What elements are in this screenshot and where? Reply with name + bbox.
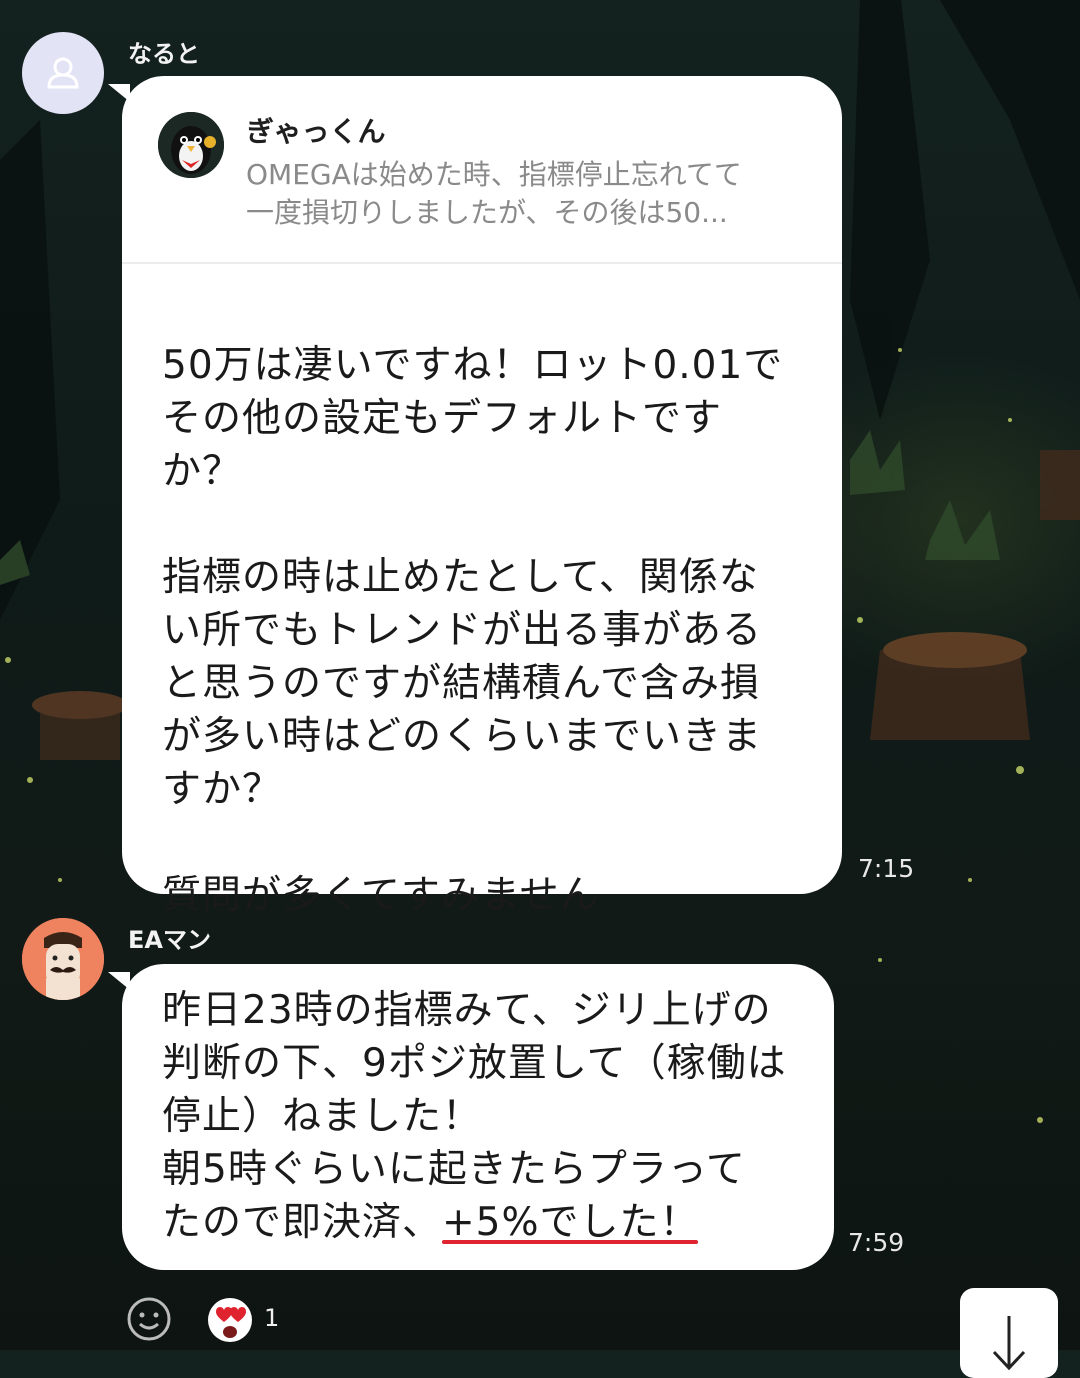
- highlight-underline: [442, 1240, 698, 1244]
- message-bubble[interactable]: 昨日23時の指標みて、ジリ上げの 判断の下、9ポジ放置して（稼働は 停止）ねまし…: [108, 964, 834, 1270]
- message-bubble[interactable]: ぎゃっくん OMEGAは始めた時、指標停止忘れてて 一度損切りしましたが、その後…: [108, 76, 842, 1021]
- sender-name: EAマン: [128, 926, 211, 954]
- user-silhouette-icon: [47, 57, 79, 89]
- sender-avatar[interactable]: [22, 32, 104, 114]
- sender-avatar[interactable]: [22, 918, 104, 1000]
- reply-quote[interactable]: ぎゃっくん OMEGAは始めた時、指標停止忘れてて 一度損切りしましたが、その後…: [122, 76, 842, 264]
- heart-eyes-emoji-icon[interactable]: [206, 1296, 254, 1348]
- reply-preview-text: OMEGAは始めた時、指標停止忘れてて 一度損切りしましたが、その後は50...: [246, 158, 742, 229]
- message-body: 50万は凄いですね！ロット0.01で その他の設定もデフォルトです か？ 指標の…: [162, 343, 784, 918]
- reaction-count: 1: [264, 1304, 280, 1332]
- scroll-down-button[interactable]: [960, 1288, 1058, 1378]
- message-text: 50万は凄いですね！ロット0.01で その他の設定もデフォルトです か？ 指標の…: [162, 286, 822, 1037]
- message-text: 昨日23時の指標みて、ジリ上げの 判断の下、9ポジ放置して（稼働は 停止）ねまし…: [162, 988, 787, 1245]
- mustache-man-avatar-icon: [22, 918, 104, 1000]
- message-time: 7:15: [858, 854, 915, 883]
- penguin-avatar-icon: [158, 112, 224, 178]
- reply-avatar: [158, 112, 224, 178]
- smiley-icon[interactable]: [126, 1296, 172, 1346]
- bubble-tail: [108, 972, 130, 990]
- message-time: 7:59: [848, 1228, 905, 1257]
- sender-name: なると: [128, 40, 200, 68]
- reply-sender-name: ぎゃっくん: [246, 115, 386, 148]
- arrow-down-icon: [992, 1316, 1026, 1371]
